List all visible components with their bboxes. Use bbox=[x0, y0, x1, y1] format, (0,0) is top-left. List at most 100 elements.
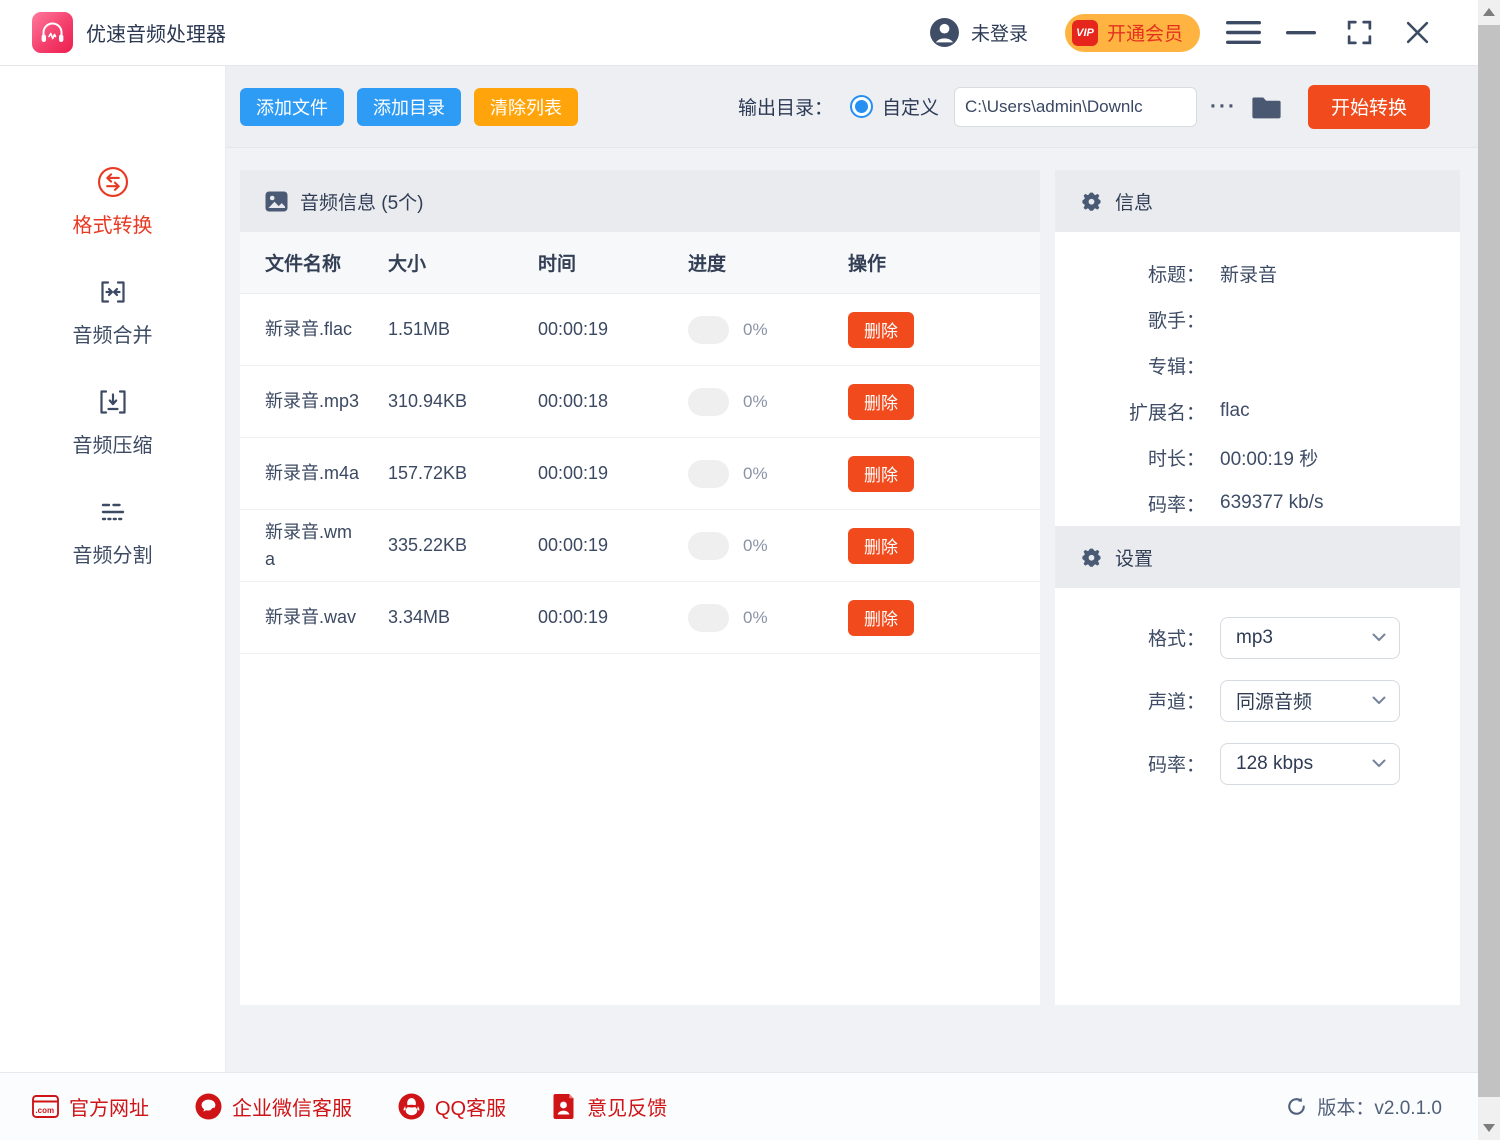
chevron-down-icon bbox=[1372, 633, 1386, 642]
headphones-icon bbox=[39, 20, 66, 45]
info-fields: 标题： 新录音 歌手： 专辑： 扩展名： flac bbox=[1055, 232, 1460, 526]
info-value: flac bbox=[1220, 400, 1250, 422]
settings-dropdown[interactable]: 同源音频 bbox=[1220, 680, 1400, 722]
dropdown-value: mp3 bbox=[1236, 627, 1273, 649]
sidebar-item-audio-split[interactable]: 音频分割 bbox=[73, 494, 153, 568]
file-size: 335.22KB bbox=[388, 535, 538, 556]
sidebar-item-label: 音频合并 bbox=[73, 319, 153, 348]
file-name: 新录音.wav bbox=[265, 604, 361, 630]
svg-text:.com: .com bbox=[35, 1106, 54, 1115]
delete-button[interactable]: 删除 bbox=[848, 600, 914, 636]
window-scrollbar[interactable] bbox=[1478, 0, 1500, 1140]
file-size: 1.51MB bbox=[388, 319, 538, 340]
sidebar-item-format-convert[interactable]: 格式转换 bbox=[73, 164, 153, 238]
info-row: 标题： 新录音 bbox=[1055, 250, 1460, 296]
delete-button[interactable]: 删除 bbox=[848, 528, 914, 564]
vip-icon: VIP bbox=[1072, 20, 1098, 46]
settings-dropdown[interactable]: 128 kbps bbox=[1220, 743, 1400, 785]
info-row: 时长： 00:00:19 秒 bbox=[1055, 434, 1460, 480]
output-dir-label: 输出目录： bbox=[738, 93, 833, 120]
delete-button[interactable]: 删除 bbox=[848, 312, 914, 348]
clear-list-button[interactable]: 清除列表 bbox=[474, 88, 578, 126]
delete-button[interactable]: 删除 bbox=[848, 456, 914, 492]
qq-support-link[interactable]: QQ客服 bbox=[398, 1092, 506, 1121]
settings-label: 声道： bbox=[1055, 687, 1205, 714]
open-folder-button[interactable] bbox=[1252, 94, 1281, 119]
info-label: 时长： bbox=[1055, 444, 1205, 471]
hamburger-icon bbox=[1226, 21, 1261, 44]
column-header-time: 时间 bbox=[538, 249, 688, 276]
custom-dir-radio[interactable] bbox=[850, 95, 873, 118]
file-name: 新录音.wma bbox=[265, 519, 361, 571]
scroll-down-arrow[interactable] bbox=[1483, 1124, 1495, 1132]
add-directory-button[interactable]: 添加目录 bbox=[357, 88, 461, 126]
output-path-input[interactable] bbox=[954, 87, 1197, 127]
settings-fields: 格式： mp3 声道： 同源音频 bbox=[1055, 588, 1460, 795]
sidebar-item-audio-compress[interactable]: 音频压缩 bbox=[73, 384, 153, 458]
scrollbar-thumb[interactable] bbox=[1478, 25, 1500, 1097]
feedback-link[interactable]: 意见反馈 bbox=[552, 1092, 667, 1121]
merge-icon bbox=[95, 274, 131, 310]
audio-file-panel: 音频信息 (5个) 文件名称 大小 时间 进度 操作 新录音.flac 1.51… bbox=[240, 170, 1040, 1005]
sidebar-item-label: 音频分割 bbox=[73, 539, 153, 568]
minimize-button[interactable] bbox=[1272, 13, 1330, 53]
convert-icon bbox=[95, 164, 131, 200]
login-button[interactable]: 未登录 bbox=[929, 17, 1028, 48]
column-header-action: 操作 bbox=[848, 249, 1040, 276]
compress-icon bbox=[95, 384, 131, 420]
sidebar-item-audio-merge[interactable]: 音频合并 bbox=[73, 274, 153, 348]
settings-dropdown[interactable]: mp3 bbox=[1220, 617, 1400, 659]
info-label: 码率： bbox=[1055, 490, 1205, 517]
settings-panel-title: 设置 bbox=[1115, 544, 1153, 571]
progress-percent: 0% bbox=[743, 464, 768, 484]
vip-button[interactable]: VIP 开通会员 bbox=[1065, 14, 1200, 52]
menu-button[interactable] bbox=[1214, 13, 1272, 53]
delete-button[interactable]: 删除 bbox=[848, 384, 914, 420]
info-settings-panel: 信息 标题： 新录音 歌手： 专辑： 扩展名 bbox=[1055, 170, 1460, 1005]
progress-bar bbox=[688, 604, 729, 632]
progress-bar bbox=[688, 388, 729, 416]
qq-support-label: QQ客服 bbox=[435, 1092, 506, 1121]
info-value: 639377 kb/s bbox=[1220, 492, 1324, 514]
custom-dir-radio-label: 自定义 bbox=[882, 93, 939, 120]
feedback-icon bbox=[552, 1093, 577, 1120]
scroll-up-arrow[interactable] bbox=[1483, 8, 1495, 16]
picture-icon bbox=[265, 191, 288, 212]
progress-percent: 0% bbox=[743, 392, 768, 412]
progress-bar bbox=[688, 460, 729, 488]
file-duration: 00:00:19 bbox=[538, 319, 688, 340]
app-window: 优速音频处理器 未登录 VIP 开通会员 bbox=[0, 0, 1500, 1140]
feedback-label: 意见反馈 bbox=[587, 1092, 667, 1121]
file-name: 新录音.m4a bbox=[265, 460, 361, 486]
sidebar-item-label: 音频压缩 bbox=[73, 429, 153, 458]
info-panel-title: 信息 bbox=[1115, 188, 1153, 215]
file-size: 157.72KB bbox=[388, 463, 538, 484]
start-convert-button[interactable]: 开始转换 bbox=[1308, 85, 1430, 129]
sidebar: 格式转换 音频合并 音频压缩 bbox=[0, 66, 226, 1072]
add-file-button[interactable]: 添加文件 bbox=[240, 88, 344, 126]
info-label: 扩展名： bbox=[1055, 398, 1205, 425]
settings-row: 码率： 128 kbps bbox=[1055, 732, 1460, 795]
file-duration: 00:00:19 bbox=[538, 463, 688, 484]
settings-label: 码率： bbox=[1055, 750, 1205, 777]
maximize-icon bbox=[1346, 19, 1373, 46]
maximize-button[interactable] bbox=[1330, 13, 1388, 53]
info-row: 码率： 639377 kb/s bbox=[1055, 480, 1460, 526]
vip-button-label: 开通会员 bbox=[1107, 19, 1183, 46]
official-site-link[interactable]: .com 官方网址 bbox=[32, 1092, 149, 1121]
info-row: 专辑： bbox=[1055, 342, 1460, 388]
chevron-down-icon bbox=[1372, 759, 1386, 768]
progress-percent: 0% bbox=[743, 320, 768, 340]
gear-icon bbox=[1080, 546, 1103, 569]
close-button[interactable] bbox=[1388, 13, 1446, 53]
qq-icon bbox=[398, 1093, 425, 1120]
wechat-support-link[interactable]: 企业微信客服 bbox=[195, 1092, 352, 1121]
info-row: 扩展名： flac bbox=[1055, 388, 1460, 434]
settings-panel-header: 设置 bbox=[1055, 526, 1460, 588]
close-icon bbox=[1405, 20, 1430, 45]
table-row: 新录音.m4a 157.72KB 00:00:19 0% 删除 bbox=[240, 438, 1040, 510]
wechat-support-label: 企业微信客服 bbox=[232, 1092, 352, 1121]
more-options-button[interactable]: ··· bbox=[1210, 95, 1237, 119]
progress-percent: 0% bbox=[743, 536, 768, 556]
file-size: 3.34MB bbox=[388, 607, 538, 628]
